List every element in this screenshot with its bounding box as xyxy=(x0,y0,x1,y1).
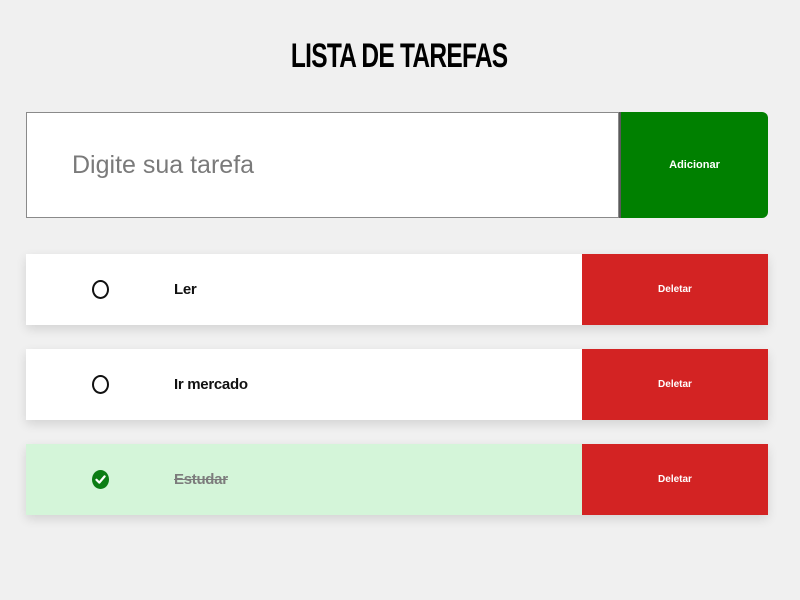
add-task-form: Adicionar xyxy=(26,112,768,218)
task-content: Ir mercado xyxy=(26,349,582,420)
task-row: Ler Deletar xyxy=(26,254,768,325)
check-circle-icon[interactable] xyxy=(92,470,109,489)
delete-button[interactable]: Deletar xyxy=(582,444,768,515)
task-list: Ler Deletar Ir mercado Deletar Estudar D… xyxy=(26,254,768,539)
task-text: Ler xyxy=(174,281,197,298)
task-row-completed: Estudar Deletar xyxy=(26,444,768,515)
circle-outline-icon[interactable] xyxy=(92,375,109,394)
task-input-wrapper xyxy=(26,112,619,218)
add-button[interactable]: Adicionar xyxy=(619,112,768,218)
checkmark-icon xyxy=(95,475,106,484)
page-title: LISTA DE TAREFAS xyxy=(290,37,508,75)
task-text: Estudar xyxy=(174,471,228,488)
task-row: Ir mercado Deletar xyxy=(26,349,768,420)
delete-button[interactable]: Deletar xyxy=(582,349,768,420)
task-input[interactable] xyxy=(26,112,619,218)
task-content: Ler xyxy=(26,254,582,325)
delete-button[interactable]: Deletar xyxy=(582,254,768,325)
task-content: Estudar xyxy=(26,444,582,515)
task-text: Ir mercado xyxy=(174,376,248,393)
circle-outline-icon[interactable] xyxy=(92,280,109,299)
